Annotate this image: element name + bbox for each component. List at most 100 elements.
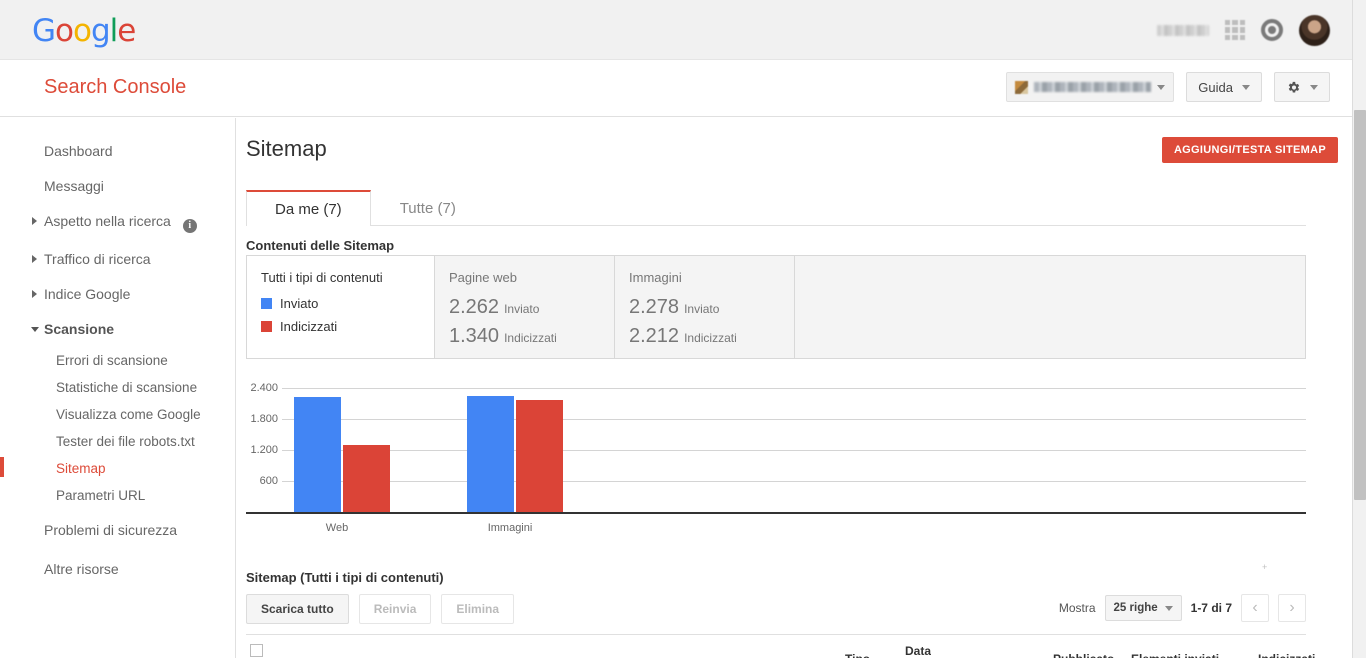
stat-row-indicizzati: 2.212 Indicizzati <box>629 325 776 348</box>
sidebar-item-label: Indice Google <box>44 286 131 302</box>
sidebar-item-label: Dashboard <box>44 143 113 159</box>
notifications-icon[interactable] <box>1261 19 1283 41</box>
stat-card-pagine-web[interactable]: Pagine web 2.262 Inviato 1.340 Indicizzati <box>435 256 615 358</box>
rows-per-page-value: 25 righe <box>1113 602 1158 614</box>
button-label: Scarica tutto <box>261 602 334 616</box>
next-page-button[interactable]: › <box>1278 594 1306 622</box>
tab-label: Tutte (7) <box>399 200 456 217</box>
stat-row-inviato: 2.278 Inviato <box>629 296 776 319</box>
tab-tutte[interactable]: Tutte (7) <box>371 190 485 226</box>
sidebar-item-statistiche-di-scansione[interactable]: Statistiche di scansione <box>0 374 235 401</box>
sidebar-item-dashboard[interactable]: Dashboard <box>0 134 235 169</box>
bar-immagini-inviato[interactable] <box>467 396 514 514</box>
add-test-sitemap-button[interactable]: AGGIUNGI/TESTA SITEMAP <box>1161 137 1338 163</box>
sidebar-item-traffico-di-ricerca[interactable]: Traffico di ricerca <box>0 242 235 277</box>
legend-swatch-icon <box>261 321 272 332</box>
chevron-down-icon <box>31 327 39 332</box>
site-favicon <box>1015 80 1029 94</box>
column-header-indicizzati[interactable]: Indicizzati <box>1258 652 1315 658</box>
help-button[interactable]: Guida <box>1186 72 1262 102</box>
site-selector[interactable] <box>1006 72 1175 102</box>
column-header-pubblicato[interactable]: Pubblicato <box>1053 652 1114 658</box>
chevron-right-icon <box>32 290 37 298</box>
sidebar-subitem-label: Tester dei file robots.txt <box>56 434 195 449</box>
stat-label: Inviato <box>504 302 540 316</box>
sidebar-item-problemi-di-sicurezza[interactable]: Problemi di sicurezza <box>0 509 235 548</box>
sidebar-item-label: Traffico di ricerca <box>44 251 151 267</box>
table-section-title: Sitemap (Tutti i tipi di contenuti) <box>246 570 444 585</box>
range-label: 1-7 di 7 <box>1190 601 1232 615</box>
tab-label: Da me (7) <box>275 200 342 218</box>
prev-page-button[interactable]: ‹ <box>1241 594 1269 622</box>
product-title[interactable]: Search Console <box>44 76 186 99</box>
legend-entry-inviato: Inviato <box>261 296 416 311</box>
x-tick-label-web: Web <box>325 522 349 534</box>
bar-immagini-indicizzati[interactable] <box>516 400 563 514</box>
table-divider <box>246 634 1306 635</box>
gear-icon <box>1288 81 1300 92</box>
sidebar-item-indice-google[interactable]: Indice Google <box>0 277 235 312</box>
column-header-elementi-inviati[interactable]: Elementi inviati <box>1131 652 1219 658</box>
settings-button[interactable] <box>1274 72 1330 102</box>
stat-row-indicizzati: 1.340 Indicizzati <box>449 325 596 348</box>
column-header-tipo[interactable]: Tipo <box>845 652 870 658</box>
sidebar-item-aspetto-nella-ricerca[interactable]: Aspetto nella ricerca i <box>0 204 235 242</box>
legend-card: Tutti i tipi di contenuti Inviato Indici… <box>247 256 435 358</box>
stat-row-inviato: 2.262 Inviato <box>449 296 596 319</box>
chevron-down-icon <box>1310 84 1318 90</box>
stat-value: 1.340 <box>449 325 500 347</box>
sidebar-item-messaggi[interactable]: Messaggi <box>0 169 235 204</box>
tab-da-me[interactable]: Da me (7) <box>246 190 371 226</box>
sidebar-subitem-label: Visualizza come Google <box>56 407 201 422</box>
info-icon[interactable]: i <box>182 219 197 233</box>
page-title: Sitemap <box>246 136 327 161</box>
y-tick-label: 600 <box>259 475 278 487</box>
rows-per-page-select[interactable]: 25 righe <box>1104 595 1182 621</box>
sidebar-item-sitemap[interactable]: Sitemap <box>0 455 235 482</box>
legend-label: Indicizzati <box>280 319 338 334</box>
column-header-data[interactable]: Data <box>905 644 931 658</box>
stat-label: Indicizzati <box>504 331 557 345</box>
sidebar-item-label: Aspetto nella ricerca <box>44 213 171 229</box>
apps-grid-icon[interactable] <box>1225 20 1245 40</box>
table-header-clip: Tipo Data Pubblicato Elementi inviati In… <box>236 638 1352 658</box>
site-name-redacted <box>1034 82 1152 92</box>
sidebar-item-scansione[interactable]: Scansione <box>0 312 235 347</box>
stat-card-title: Pagine web <box>449 270 517 285</box>
sidebar-item-errori-di-scansione[interactable]: Errori di scansione <box>0 347 235 374</box>
contents-section-title: Contenuti delle Sitemap <box>246 238 395 253</box>
sidebar-item-parametri-url[interactable]: Parametri URL <box>0 482 235 509</box>
bar-web-inviato[interactable] <box>294 397 341 514</box>
account-avatar[interactable] <box>1299 14 1330 46</box>
sidebar-item-tester-robots-txt[interactable]: Tester dei file robots.txt <box>0 428 235 455</box>
bar-web-indicizzati[interactable] <box>343 445 390 514</box>
y-tick-label: 1.200 <box>250 444 278 456</box>
sidebar-item-altre-risorse[interactable]: Altre risorse <box>0 548 235 587</box>
chevron-down-icon <box>1242 84 1250 90</box>
logo-letter-g2: g <box>90 13 111 49</box>
scrollbar-thumb[interactable] <box>1354 110 1366 500</box>
chevron-right-icon <box>32 217 37 225</box>
logo-letter-e: e <box>117 13 136 49</box>
google-logo[interactable]: Google <box>32 13 136 49</box>
chevron-right-icon <box>32 255 37 263</box>
page-scrollbar[interactable] <box>1352 0 1366 658</box>
logo-letter-g1: G <box>32 13 56 49</box>
legend-entry-indicizzati: Indicizzati <box>261 319 416 334</box>
table-toolbar: Scarica tutto Reinvia Elimina <box>246 594 515 624</box>
account-name-redacted[interactable] <box>1157 24 1209 36</box>
chevron-down-icon <box>1164 605 1173 611</box>
sidebar-nav: Dashboard Messaggi Aspetto nella ricerca… <box>0 118 236 658</box>
download-all-button[interactable]: Scarica tutto <box>246 594 349 624</box>
sitemap-bar-chart: 2.400 1.800 1.200 600 Web Immagini <box>246 380 1306 534</box>
main-content: Sitemap AGGIUNGI/TESTA SITEMAP Da me (7)… <box>236 118 1352 658</box>
sidebar-subitem-label: Statistiche di scansione <box>56 380 198 395</box>
stat-card-immagini[interactable]: Immagini 2.278 Inviato 2.212 Indicizzati <box>615 256 795 358</box>
help-button-label: Guida <box>1198 79 1233 95</box>
search-console-header: Search Console Guida <box>0 61 1352 117</box>
stat-label: Inviato <box>684 302 720 316</box>
delete-button: Elimina <box>441 594 515 624</box>
sidebar-item-visualizza-come-google[interactable]: Visualizza come Google <box>0 401 235 428</box>
gridline-600 <box>282 481 1306 482</box>
show-label: Mostra <box>1058 601 1096 615</box>
